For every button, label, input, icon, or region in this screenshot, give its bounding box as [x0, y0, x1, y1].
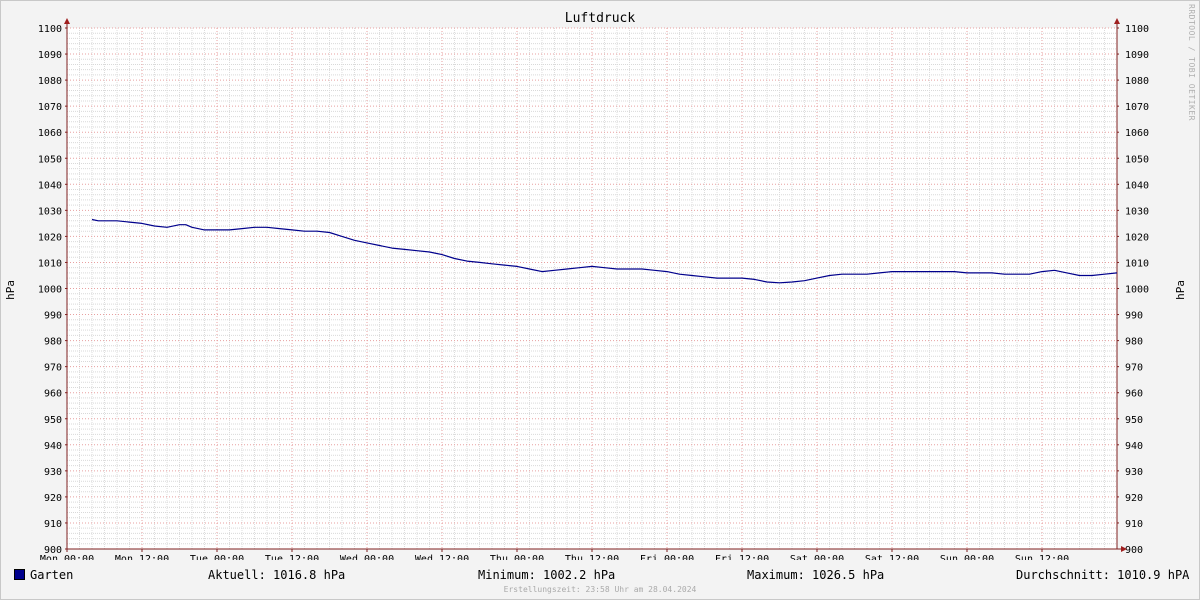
x-tick-label: Fri 00:00: [640, 554, 694, 560]
y-tick-label-right: 940: [1125, 441, 1143, 452]
y-axis-arrow-left: [64, 18, 70, 24]
y-tick-label-left: 1090: [38, 50, 62, 61]
y-tick-label-left: 1080: [38, 76, 62, 87]
y-tick-label-left: 1030: [38, 206, 62, 217]
y-tick-label-right: 1100: [1125, 24, 1149, 35]
x-tick-label: Sun 12:00: [1015, 554, 1069, 560]
legend-series-label: Garten: [30, 568, 74, 582]
x-tick-label: Tue 00:00: [190, 554, 244, 560]
x-tick-label: Sun 00:00: [940, 554, 994, 560]
y-tick-label-left: 1040: [38, 180, 62, 191]
y-tick-label-left: 1060: [38, 128, 62, 139]
y-tick-label-left: 950: [44, 415, 62, 426]
y-tick-label-right: 1070: [1125, 102, 1149, 113]
legend-swatch: [14, 569, 25, 580]
x-tick-label: Sat 00:00: [790, 554, 844, 560]
y-tick-label-left: 920: [44, 493, 62, 504]
y-tick-label-left: 1070: [38, 102, 62, 113]
y-tick-label-right: 920: [1125, 493, 1143, 504]
legend-series: Garten: [14, 568, 73, 582]
y-tick-label-left: 1100: [38, 24, 62, 35]
y-tick-label-left: 940: [44, 441, 62, 452]
x-tick-label: Thu 12:00: [565, 554, 619, 560]
y-tick-label-left: 990: [44, 311, 62, 322]
y-tick-label-left: 960: [44, 389, 62, 400]
y-tick-label-right: 900: [1125, 545, 1143, 556]
x-tick-label: Thu 00:00: [490, 554, 544, 560]
x-tick-label: Wed 12:00: [415, 554, 469, 560]
x-tick-label: Wed 00:00: [340, 554, 394, 560]
y-tick-label-right: 1080: [1125, 76, 1149, 87]
y-tick-label-right: 950: [1125, 415, 1143, 426]
y-tick-label-right: 1020: [1125, 232, 1149, 243]
legend-minimum: Minimum: 1002.2 hPa: [478, 568, 616, 582]
y-tick-label-left: 910: [44, 519, 62, 530]
y-tick-label-left: 1000: [38, 285, 62, 296]
x-tick-label: Tue 12:00: [265, 554, 319, 560]
x-tick-label: Mon 12:00: [115, 554, 169, 560]
y-tick-label-right: 970: [1125, 363, 1143, 374]
legend-maximum: Maximum: 1026.5 hPa: [747, 568, 885, 582]
y-tick-label-left: 980: [44, 337, 62, 348]
y-axis-arrow-right: [1114, 18, 1120, 24]
y-tick-label-right: 1010: [1125, 258, 1149, 269]
x-tick-label: Mon 00:00: [40, 554, 94, 560]
y-tick-label-right: 960: [1125, 389, 1143, 400]
y-tick-label-left: 1050: [38, 154, 62, 165]
y-tick-label-right: 1000: [1125, 285, 1149, 296]
x-tick-label: Sat 12:00: [865, 554, 919, 560]
y-tick-label-left: 970: [44, 363, 62, 374]
y-tick-label-left: 1010: [38, 258, 62, 269]
y-tick-label-right: 1040: [1125, 180, 1149, 191]
legend-aktuell: Aktuell: 1016.8 hPa: [208, 568, 346, 582]
y-tick-label-right: 930: [1125, 467, 1143, 478]
y-tick-label-right: 1060: [1125, 128, 1149, 139]
y-tick-label-left: 1020: [38, 232, 62, 243]
y-tick-label-right: 910: [1125, 519, 1143, 530]
y-tick-label-right: 1090: [1125, 50, 1149, 61]
legend-durchschnitt: Durchschnitt: 1010.9 hPA: [1016, 568, 1190, 582]
y-tick-label-right: 990: [1125, 311, 1143, 322]
footer-timestamp: Erstellungszeit: 23:58 Uhr am 28.04.2024: [503, 585, 697, 594]
x-tick-label: Fri 12:00: [715, 554, 769, 560]
y-tick-label-left: 930: [44, 467, 62, 478]
chart-plot: 900 900910 910920 920930 930940 940950 950960 9…: [38, 18, 1149, 560]
y-tick-label-right: 1050: [1125, 154, 1149, 165]
y-tick-label-right: 1030: [1125, 206, 1149, 217]
y-tick-label-right: 980: [1125, 337, 1143, 348]
